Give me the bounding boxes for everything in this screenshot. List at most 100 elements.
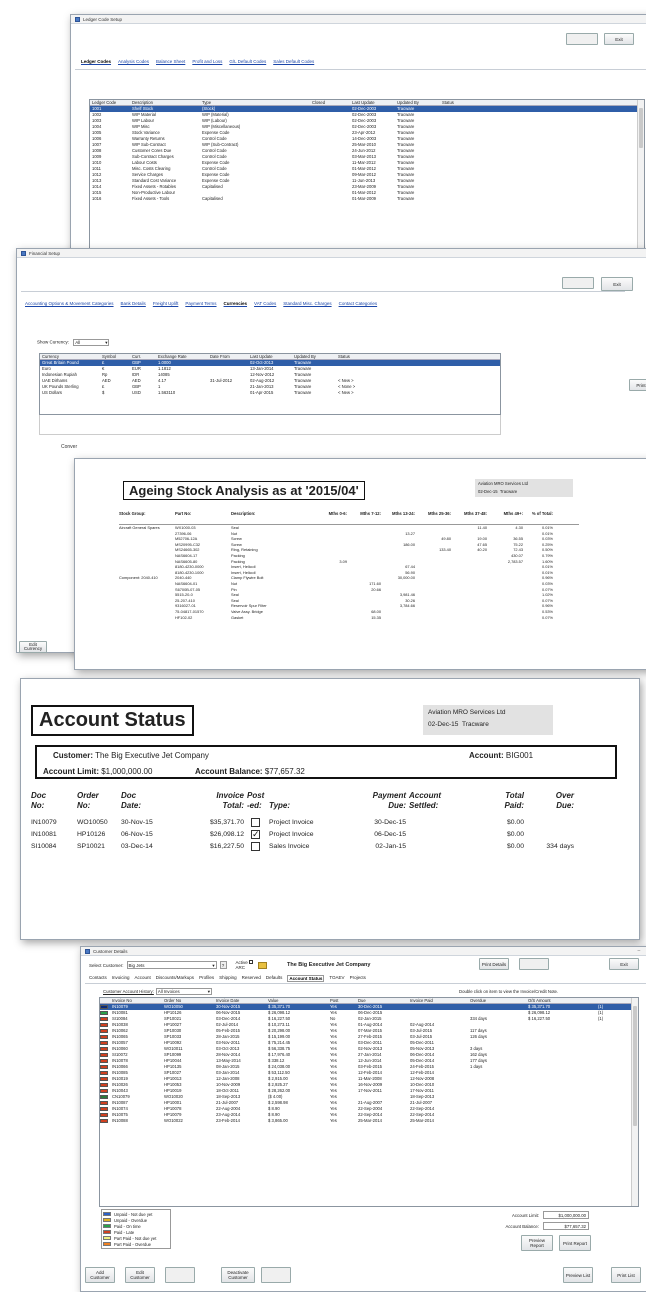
- table-cell: $26,098.12: [209, 831, 244, 838]
- tab-standard-misc-charges[interactable]: Standard Misc. Charges: [283, 301, 331, 306]
- tab-invoicing[interactable]: Invoicing: [112, 975, 130, 982]
- column-header: Currency: [42, 354, 59, 359]
- tab-discounts-markups[interactable]: Discounts/Markups: [156, 975, 194, 982]
- column-header: Description: [132, 100, 153, 105]
- exit-button[interactable]: Exit: [604, 33, 634, 45]
- column-header: Updated By: [294, 354, 316, 359]
- table-cell: US Dollars: [42, 390, 63, 395]
- tab-contacts[interactable]: Contacts: [89, 975, 107, 982]
- preview-report-button[interactable]: Preview Report: [521, 1235, 553, 1251]
- legend-label: Part Paid - Overdue: [114, 1241, 152, 1247]
- table-cell: $0.00: [506, 843, 524, 850]
- company-name: Aviation MRO Services Ltd: [428, 709, 506, 716]
- column-header: Date From: [210, 354, 230, 359]
- tab-analysis-codes[interactable]: Analysis Codes: [118, 59, 149, 64]
- account-status-report: Account Status Aviation MRO Services Ltd…: [20, 678, 640, 940]
- tab-shipping[interactable]: Shipping: [219, 975, 237, 982]
- lookup-button[interactable]: ?: [219, 961, 227, 969]
- invoice-history-grid[interactable]: Invoice No Order No Invoice Date Value Post D…: [99, 997, 639, 1207]
- preview-list-button[interactable]: Preview List: [563, 1267, 593, 1283]
- table-cell: [468, 1118, 526, 1124]
- posted-checkbox[interactable]: [251, 841, 260, 851]
- currency-grid[interactable]: Currency Symbol Curr. Exchange Rate Date Fro…: [39, 353, 501, 415]
- company-title: The Big Executive Jet Company: [287, 962, 371, 968]
- table-cell: USD: [132, 390, 141, 395]
- tab-vat-codes[interactable]: VAT Codes: [254, 301, 276, 306]
- print-button[interactable]: Print: [629, 379, 646, 391]
- active-checkbox[interactable]: [249, 960, 254, 964]
- history-value: All Invoices: [157, 989, 180, 994]
- tab-reserved[interactable]: Reserved: [242, 975, 261, 982]
- folder-icon[interactable]: [258, 961, 268, 969]
- table-cell: $0.00: [506, 819, 524, 826]
- tab-projects[interactable]: Projects: [350, 975, 366, 982]
- tab-profiles[interactable]: Profiles: [199, 975, 214, 982]
- column-header: Doc: [121, 791, 137, 800]
- tab-strip: Accounting Options & Movement Categories…: [25, 301, 377, 306]
- tab-contact-categories[interactable]: Contact Categories: [339, 301, 378, 306]
- exit-button[interactable]: Exit: [609, 958, 639, 970]
- tab-ledger-codes[interactable]: Ledger Codes: [81, 59, 111, 64]
- window-title: Ledger Code Setup: [83, 16, 123, 22]
- invoice-scrollbar[interactable]: [631, 998, 638, 1206]
- deactivate-customer-button[interactable]: Deactivate Customer: [221, 1267, 255, 1283]
- show-currency-select[interactable]: All ▼: [73, 339, 110, 346]
- minimize-icon[interactable]: –: [637, 948, 640, 954]
- table-cell: $35,371.70: [209, 819, 244, 826]
- tab-freight-uplift[interactable]: Freight Uplift: [153, 301, 179, 306]
- tab-defaults[interactable]: Defaults: [266, 975, 283, 982]
- table-row[interactable]: IN10088 WO10022 23-Feb-2014 $ 3,865.00 Yes 25…: [100, 1118, 638, 1124]
- legend-item: Part Paid - Overdue: [103, 1241, 169, 1247]
- customer-details-window: Customer Details – ▢ Select Customer: Bi…: [80, 946, 646, 1292]
- legend-label: Unpaid - Overdue: [114, 1217, 148, 1223]
- table-cell: 06-Dec-15: [374, 831, 406, 838]
- tab-payment-terms[interactable]: Payment Terms: [185, 301, 216, 306]
- tab-gl-default-codes[interactable]: G/L Default Codes: [229, 59, 266, 64]
- balance-field[interactable]: $77,657.32: [543, 1222, 589, 1230]
- column-header: O/S Amount: [528, 998, 551, 1003]
- history-select[interactable]: All Invoices ▼: [155, 988, 212, 995]
- print-details-button[interactable]: Print Details: [479, 958, 509, 970]
- tab-account[interactable]: Account: [135, 975, 151, 982]
- select-customer-combo[interactable]: Big Jets ▼: [126, 961, 217, 969]
- posted-checkbox[interactable]: [251, 817, 260, 827]
- exit-button[interactable]: Exit: [601, 277, 633, 291]
- column-header: Payment: [372, 791, 406, 800]
- show-currency-label: Show Currency:: [37, 339, 70, 345]
- table-cell: IN10079: [31, 819, 57, 826]
- tab-accounting-options[interactable]: Accounting Options & Movement Categories: [25, 301, 114, 306]
- column-header: Ledger Code: [92, 100, 117, 105]
- table-cell: 0.07%: [541, 614, 553, 620]
- edit-customer-button[interactable]: Edit Customer: [125, 1267, 155, 1283]
- show-currency-value: All: [75, 340, 81, 345]
- tab-bank-details[interactable]: Bank Details: [121, 301, 146, 306]
- posted-checkbox[interactable]: [251, 829, 260, 840]
- edit-currency-button[interactable]: Edit Currency: [19, 641, 47, 653]
- table-cell: IN10088: [112, 1118, 128, 1123]
- table-cell: Project Invoice: [269, 819, 314, 826]
- table-cell: [383, 615, 417, 621]
- add-customer-button[interactable]: Add Customer: [85, 1267, 115, 1283]
- table-row[interactable]: 1016 Fixed Assets - Tools Capitalised 01-Ma…: [90, 196, 644, 202]
- report-header: Doc Order Doc Invoice Post Payment Account Tota…: [31, 791, 631, 801]
- limit-field[interactable]: $1,000,000.00: [543, 1211, 589, 1219]
- table-row: HF102-02 Gasket 15.35 0.07%: [119, 615, 579, 621]
- print-list-button[interactable]: Print List: [611, 1267, 641, 1283]
- tab-sales-default-codes[interactable]: Sales Default Codes: [273, 59, 314, 64]
- table-cell: [208, 390, 248, 396]
- report-user: Tracware: [499, 489, 518, 494]
- tab-balance-sheet[interactable]: Balance Sheet: [156, 59, 185, 64]
- column-header: Curr.: [132, 354, 142, 359]
- print-report-button[interactable]: Print Report: [559, 1235, 591, 1251]
- tab-account-status[interactable]: Account Status: [287, 975, 325, 982]
- show-currency-row: Show Currency: All ▼: [37, 339, 110, 346]
- table-row[interactable]: US Dollars $ USD 1.563110 01-Apr-2015 Tracwar…: [40, 390, 500, 396]
- table-cell: HP10126: [77, 831, 106, 838]
- tab-profit-and-loss[interactable]: Profit and Loss: [192, 59, 222, 64]
- table-cell: 23-Feb-2014: [216, 1118, 240, 1123]
- column-header: Invoice Date: [216, 998, 240, 1003]
- disabled-button: [165, 1267, 195, 1283]
- tab-currencies[interactable]: Currencies: [224, 301, 248, 306]
- column-header: Settled:: [409, 801, 439, 810]
- tab-toaev[interactable]: TOAEV: [329, 975, 344, 982]
